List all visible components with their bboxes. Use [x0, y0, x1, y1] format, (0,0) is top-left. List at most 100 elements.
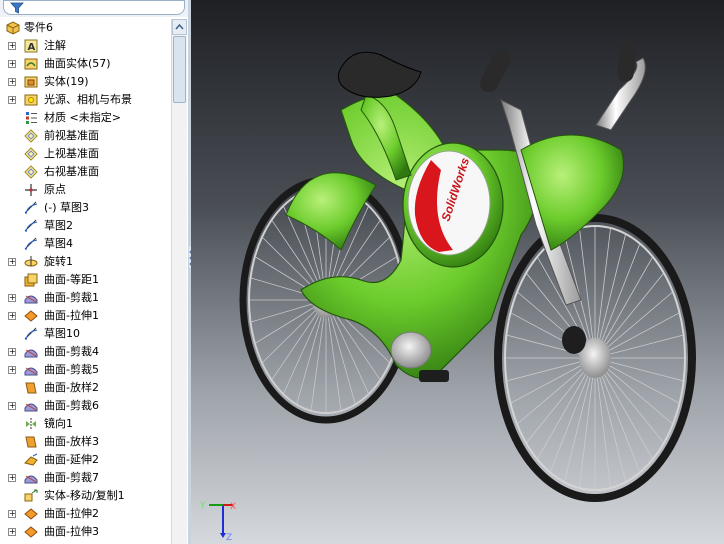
expand-toggle[interactable]: + — [8, 312, 16, 320]
graphics-viewport[interactable]: SolidWorks Y X Z — [191, 0, 724, 544]
expand-toggle[interactable]: + — [8, 96, 16, 104]
expand-toggle[interactable]: + — [8, 60, 16, 68]
expand-toggle[interactable]: + — [8, 78, 16, 86]
surface-bodies-icon — [24, 58, 38, 70]
tree-item[interactable]: + 曲面-拉伸2 — [0, 505, 171, 523]
tree-item[interactable]: + 曲面-剪裁1 — [0, 289, 171, 307]
revolve-icon — [24, 256, 38, 267]
expand-toggle[interactable]: + — [8, 510, 16, 518]
tree-item[interactable]: + 曲面-拉伸3 — [0, 523, 171, 541]
expand-toggle[interactable]: + — [8, 294, 16, 302]
tree-item[interactable]: + A 注解 — [0, 37, 171, 55]
surface-trim-icon — [24, 295, 38, 304]
tree-item[interactable]: + 实体(19) — [0, 73, 171, 91]
tree-item-label: 上视基准面 — [44, 147, 99, 160]
expand-toggle[interactable]: + — [8, 258, 16, 266]
tree-item[interactable]: + 曲面实体(57) — [0, 55, 171, 73]
tree-item-label: 右视基准面 — [44, 165, 99, 178]
tree-item-label: 镜向1 — [44, 417, 73, 430]
solid-bodies-icon — [24, 76, 38, 88]
tree-item[interactable]: 原点 — [0, 181, 171, 199]
triad-x-label: X — [230, 502, 236, 512]
svg-text:A: A — [28, 42, 36, 53]
surface-loft-icon — [25, 436, 37, 448]
tree-item[interactable]: + 曲面-剪裁4 — [0, 343, 171, 361]
front-fender — [520, 134, 624, 251]
triad-y-label: Y — [199, 501, 206, 511]
filter-icon[interactable] — [10, 2, 24, 14]
feature-manager-panel: 零件6 + A 注解 + 曲面实体(57) + 实体(19) + 光源、相机与布景 材质 <未指定>… — [0, 0, 188, 544]
tree-root-label: 零件6 — [24, 21, 53, 34]
tree-item[interactable]: + 光源、相机与布景 — [0, 91, 171, 109]
tree-item[interactable]: 镜向1 — [0, 415, 171, 433]
tree-item[interactable]: 上视基准面 — [0, 145, 171, 163]
tree-item[interactable]: 曲面-等距1 — [0, 271, 171, 289]
tree-item-label: 曲面-剪裁6 — [44, 399, 99, 412]
plane-icon — [24, 147, 38, 161]
surface-trim-icon — [24, 349, 38, 358]
expand-toggle[interactable]: + — [8, 366, 16, 374]
mirror-icon — [26, 418, 36, 430]
tree-item[interactable]: 草图10 — [0, 325, 171, 343]
tree-item[interactable]: 草图2 — [0, 217, 171, 235]
scroll-up-button[interactable] — [172, 19, 187, 35]
tree-item-label: 草图4 — [44, 237, 73, 250]
filter-input[interactable] — [3, 0, 185, 15]
sketch-icon — [24, 201, 38, 215]
tree-item[interactable]: + 曲面-剪裁6 — [0, 397, 171, 415]
material-icon — [26, 112, 37, 124]
tree-item[interactable]: (-) 草图3 — [0, 199, 171, 217]
expand-toggle[interactable]: + — [8, 348, 16, 356]
expand-toggle[interactable]: + — [8, 42, 16, 50]
tree-item-label: 光源、相机与布景 — [44, 93, 132, 106]
plane-icon — [24, 165, 38, 179]
plane-icon — [24, 129, 38, 143]
tree-item[interactable]: + 曲面-拉伸1 — [0, 307, 171, 325]
expand-toggle[interactable]: + — [8, 474, 16, 482]
tree-item[interactable]: 曲面-放样2 — [0, 379, 171, 397]
expand-toggle[interactable]: + — [8, 528, 16, 536]
tree-item-label: 曲面-拉伸2 — [44, 507, 99, 520]
tree-item[interactable]: 材质 <未指定> — [0, 109, 171, 127]
surface-loft-icon — [25, 382, 37, 394]
pedal — [419, 370, 449, 382]
sketch-icon — [24, 237, 38, 251]
surface-extrude-icon — [24, 310, 38, 322]
tree-root-part[interactable]: 零件6 — [0, 19, 171, 37]
origin-icon — [25, 184, 37, 196]
part-icon — [6, 21, 20, 35]
tree-item-label: 旋转1 — [44, 255, 73, 268]
vertical-scrollbar[interactable] — [171, 19, 187, 544]
surface-trim-icon — [24, 475, 38, 484]
tree-item-label: 曲面-剪裁7 — [44, 471, 99, 484]
tree-item-label: 草图10 — [44, 327, 80, 340]
tree-item[interactable]: 实体-移动/复制1 — [0, 487, 171, 505]
seat — [338, 51, 422, 98]
tree-item[interactable]: + 曲面-剪裁5 — [0, 361, 171, 379]
tree-item-label: 曲面实体(57) — [44, 57, 111, 70]
scroll-thumb[interactable] — [173, 36, 186, 103]
sketch-icon — [24, 327, 38, 341]
coordinate-triad: Y X Z — [199, 501, 236, 540]
tree-item-label: 曲面-拉伸1 — [44, 309, 99, 322]
tree-item[interactable]: 曲面-放样3 — [0, 433, 171, 451]
tree-item[interactable]: + 旋转1 — [0, 253, 171, 271]
surface-extrude-icon — [24, 526, 38, 538]
surface-trim-icon — [24, 367, 38, 376]
tree-item[interactable]: + 曲面-剪裁7 — [0, 469, 171, 487]
surface-extrude-icon — [24, 508, 38, 520]
surface-offset-icon — [24, 273, 38, 287]
tree-item-label: 曲面-等距1 — [44, 273, 99, 286]
tree-item[interactable]: 前视基准面 — [0, 127, 171, 145]
tree-item-label: 注解 — [44, 39, 66, 52]
tree-item-label: (-) 草图3 — [44, 201, 90, 214]
sketch-icon — [24, 219, 38, 233]
tree-item[interactable]: 曲面-延伸2 — [0, 451, 171, 469]
bicycle-model[interactable]: SolidWorks — [191, 0, 724, 544]
tree-item-label: 实体-移动/复制1 — [44, 489, 125, 502]
expand-toggle[interactable]: + — [8, 402, 16, 410]
tree-item[interactable]: 草图4 — [0, 235, 171, 253]
tree-item[interactable]: 右视基准面 — [0, 163, 171, 181]
surface-extend-icon — [24, 453, 38, 466]
tree-item-label: 曲面-延伸2 — [44, 453, 99, 466]
